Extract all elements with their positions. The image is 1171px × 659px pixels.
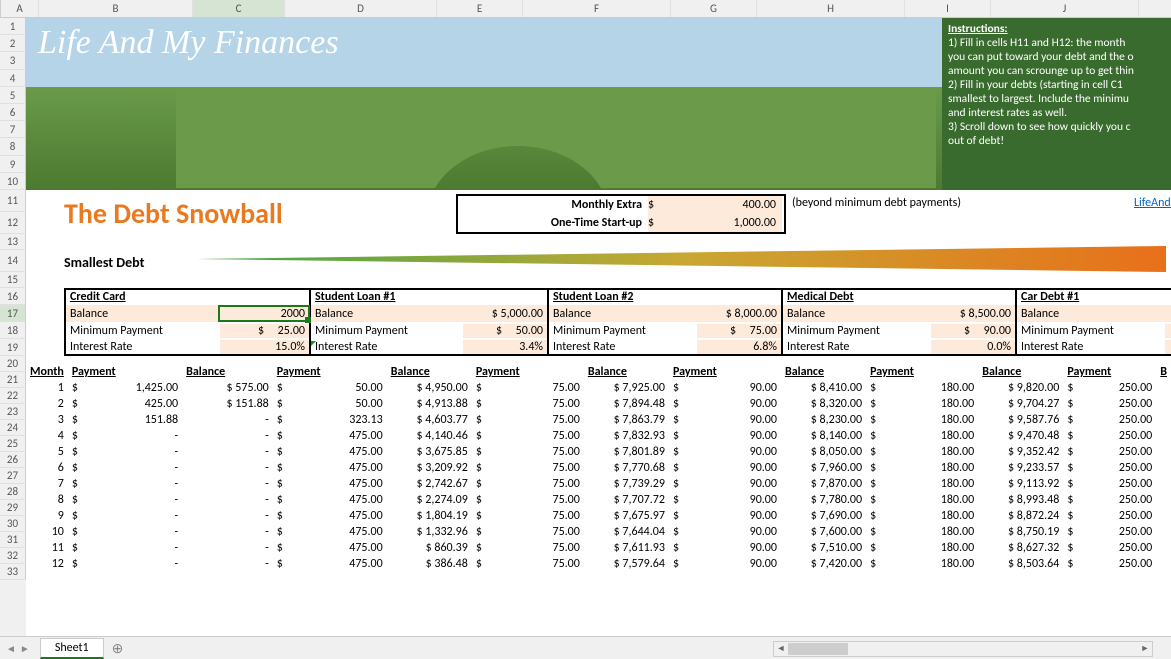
schedule-row: 1$1,425.00$ 575.00$50.00$ 4,950.00$75.00… <box>26 380 1171 396</box>
row-header-6[interactable]: 6 <box>0 104 26 121</box>
instructions-heading: Instructions: <box>948 22 1008 36</box>
row-header-19[interactable]: 19 <box>0 339 26 356</box>
debt-block: Credit CardBalance2000Minimum Payment$ 2… <box>64 288 310 356</box>
column-header-E[interactable]: E <box>437 0 523 17</box>
startup-input[interactable]: 1,000.00 <box>664 214 782 232</box>
sheet-tab[interactable]: Sheet1 <box>40 638 104 659</box>
row-header-7[interactable]: 7 <box>0 121 26 138</box>
column-header-D[interactable]: D <box>285 0 437 17</box>
debt-block: Student Loan #2Balance$ 8,000.00Minimum … <box>548 288 782 356</box>
column-header-K[interactable]: K <box>1139 0 1171 17</box>
schedule-row: 5$ - - $475.00$ 3,675.85$75.00$ 7,801.89… <box>26 444 1171 460</box>
schedule-row: 7$ - - $475.00$ 2,742.67$75.00$ 7,739.29… <box>26 476 1171 492</box>
schedule-row: 2$425.00$ 151.88$50.00$ 4,913.88$75.00$ … <box>26 396 1171 412</box>
column-header-I[interactable]: I <box>905 0 991 17</box>
row-header-10[interactable]: 10 <box>0 173 26 190</box>
row-header-20[interactable]: 20 <box>0 356 26 372</box>
inputs-box: Monthly Extra $ 400.00 One-Time Start-up… <box>456 194 786 234</box>
header-banner: Life And My Finances <box>26 18 942 190</box>
debt-block: Car Debt #1Balance$ 10,000.00Minimum Pay… <box>1016 288 1171 356</box>
row-header-28[interactable]: 28 <box>0 484 26 500</box>
row-header-17[interactable]: 17 <box>0 305 26 322</box>
sheet-nav-arrows[interactable]: ◄► <box>0 642 36 655</box>
column-header-H[interactable]: H <box>757 0 905 17</box>
row-header-21[interactable]: 21 <box>0 372 26 388</box>
monthly-extra-input[interactable]: 400.00 <box>664 196 782 214</box>
row-header-4[interactable]: 4 <box>0 70 26 87</box>
schedule-row: 6$ - - $475.00$ 3,209.92$75.00$ 7,770.68… <box>26 460 1171 476</box>
column-header-G[interactable]: G <box>671 0 757 17</box>
schedule-row: 10$ - - $475.00$ 1,332.96$75.00$ 7,644.0… <box>26 524 1171 540</box>
debt-block: Student Loan #1Balance$ 5,000.00Minimum … <box>310 288 548 356</box>
row-header-32[interactable]: 32 <box>0 548 26 564</box>
row-header-8[interactable]: 8 <box>0 138 26 155</box>
monthly-extra-label: Monthly Extra <box>458 198 648 212</box>
row-header-29[interactable]: 29 <box>0 500 26 516</box>
column-header-A[interactable]: A <box>1 0 39 17</box>
row-header-27[interactable]: 27 <box>0 468 26 484</box>
startup-label: One-Time Start-up <box>458 216 648 230</box>
schedule-row: 8$ - - $475.00$ 2,274.09$75.00$ 7,707.72… <box>26 492 1171 508</box>
site-link[interactable]: LifeAndMyFi <box>1134 196 1171 210</box>
debt-block: Medical DebtBalance$ 8,500.00Minimum Pay… <box>782 288 1016 356</box>
debts-section: Credit CardBalance2000Minimum Payment$ 2… <box>64 288 1171 356</box>
row-header-3[interactable]: 3 <box>0 52 26 69</box>
sheet-tab-bar: ◄► Sheet1 ⊕ ◄ ► <box>0 636 1171 659</box>
page-title: The Debt Snowball <box>64 196 283 231</box>
column-header-C[interactable]: C <box>193 0 285 17</box>
schedule-row: 4$ - - $475.00$ 4,140.46$75.00$ 7,832.93… <box>26 428 1171 444</box>
schedule-row: 9$ - - $475.00$ 1,804.19$75.00$ 7,675.97… <box>26 508 1171 524</box>
row-header-18[interactable]: 18 <box>0 322 26 339</box>
row-header-9[interactable]: 9 <box>0 156 26 173</box>
add-sheet-button[interactable]: ⊕ <box>104 638 132 659</box>
banner-title: Life And My Finances <box>38 24 339 62</box>
row-header-5[interactable]: 5 <box>0 87 26 104</box>
schedule-row: 12$ - - $475.00$ 386.48$75.00$ 7,579.64$… <box>26 556 1171 572</box>
schedule-row: 3$151.88 - $323.13$ 4,603.77$75.00$ 7,86… <box>26 412 1171 428</box>
row-header-1[interactable]: 1 <box>0 18 26 35</box>
beyond-note: (beyond minimum debt payments) <box>792 196 961 210</box>
schedule-row: 11$ - - $475.00$ 860.39$75.00$ 7,611.93$… <box>26 540 1171 556</box>
row-header-31[interactable]: 31 <box>0 532 26 548</box>
spreadsheet-grid[interactable]: Life And My Finances Instructions: 1) Fi… <box>26 18 1171 636</box>
column-header-F[interactable]: F <box>523 0 671 17</box>
row-header-30[interactable]: 30 <box>0 516 26 532</box>
row-header-12[interactable]: 12 <box>0 212 26 234</box>
row-header-25[interactable]: 25 <box>0 436 26 452</box>
row-header-11[interactable]: 11 <box>0 190 26 212</box>
gradient-wedge <box>196 246 1166 272</box>
row-header-16[interactable]: 16 <box>0 288 26 305</box>
row-header-14[interactable]: 14 <box>0 250 26 272</box>
row-header-2[interactable]: 2 <box>0 35 26 52</box>
row-header-24[interactable]: 24 <box>0 420 26 436</box>
row-header-22[interactable]: 22 <box>0 388 26 404</box>
row-header-15[interactable]: 15 <box>0 272 26 288</box>
instructions-panel: Instructions: 1) Fill in cells H11 and H… <box>942 18 1171 190</box>
error-indicator-icon <box>311 341 316 346</box>
column-header-J[interactable]: J <box>991 0 1139 17</box>
row-header-23[interactable]: 23 <box>0 404 26 420</box>
row-header-13[interactable]: 13 <box>0 234 26 250</box>
row-header-26[interactable]: 26 <box>0 452 26 468</box>
smallest-debt-label: Smallest Debt <box>64 254 144 271</box>
row-headers: 1234567891011121314151617181920212223242… <box>0 18 26 636</box>
row-header-33[interactable]: 33 <box>0 564 26 580</box>
amortization-schedule: MonthPaymentBalancePaymentBalancePayment… <box>26 364 1171 572</box>
column-header-B[interactable]: B <box>39 0 193 17</box>
horizontal-scrollbar[interactable]: ◄ ► <box>773 641 1153 657</box>
column-headers: ABCDEFGHIJKL <box>0 0 1171 18</box>
